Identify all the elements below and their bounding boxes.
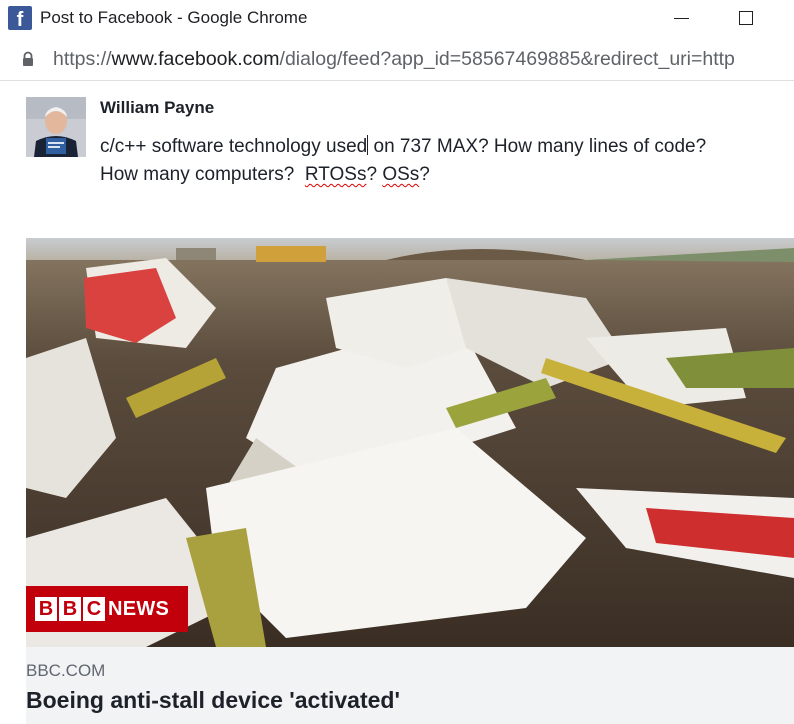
link-domain: BBC.COM: [26, 661, 106, 680]
post-text-part: c/c++ software technology used: [100, 136, 368, 157]
avatar[interactable]: [26, 97, 86, 157]
url-path: /dialog/feed?app_id=58567469885&redirect…: [279, 48, 735, 70]
bbc-logo-letter: B: [59, 597, 81, 621]
maximize-icon[interactable]: [735, 6, 759, 30]
post-text-part: ?: [419, 164, 430, 185]
author-name[interactable]: William Payne: [100, 98, 214, 118]
post-text-part: on 737 MAX? How many lines of code?: [368, 136, 707, 157]
minimize-icon[interactable]: [670, 6, 694, 30]
window-titlebar: f Post to Facebook - Google Chrome: [0, 0, 794, 38]
lock-icon[interactable]: [20, 51, 36, 67]
bbc-logo-news: NEWS: [108, 598, 170, 620]
post-text-part: ?: [366, 164, 383, 185]
address-bar[interactable]: https://www.facebook.com/dialog/feed?app…: [0, 38, 794, 81]
bbc-news-logo: B B C NEWS: [26, 586, 188, 632]
window-title: Post to Facebook - Google Chrome: [40, 8, 308, 27]
bbc-logo-letter: B: [35, 597, 57, 621]
favicon-letter: f: [16, 9, 24, 30]
avatar-photo: [26, 97, 86, 157]
url-text[interactable]: https://www.facebook.com/dialog/feed?app…: [53, 48, 735, 71]
misspelled-word[interactable]: OSs: [382, 164, 419, 185]
post-text-part: How many computers?: [100, 164, 305, 185]
facebook-favicon-icon: f: [8, 6, 32, 30]
post-text-input[interactable]: c/c++ software technology used on 737 MA…: [100, 133, 790, 189]
url-host: www.facebook.com: [111, 48, 280, 70]
link-preview-footer[interactable]: BBC.COM Boeing anti-stall device 'activa…: [26, 647, 794, 724]
url-scheme: https://: [53, 48, 112, 70]
link-preview-image[interactable]: B B C NEWS: [26, 238, 794, 647]
misspelled-word[interactable]: RTOSs: [305, 164, 367, 185]
bbc-logo-letter: C: [83, 597, 105, 621]
link-headline[interactable]: Boeing anti-stall device 'activated': [26, 687, 400, 714]
